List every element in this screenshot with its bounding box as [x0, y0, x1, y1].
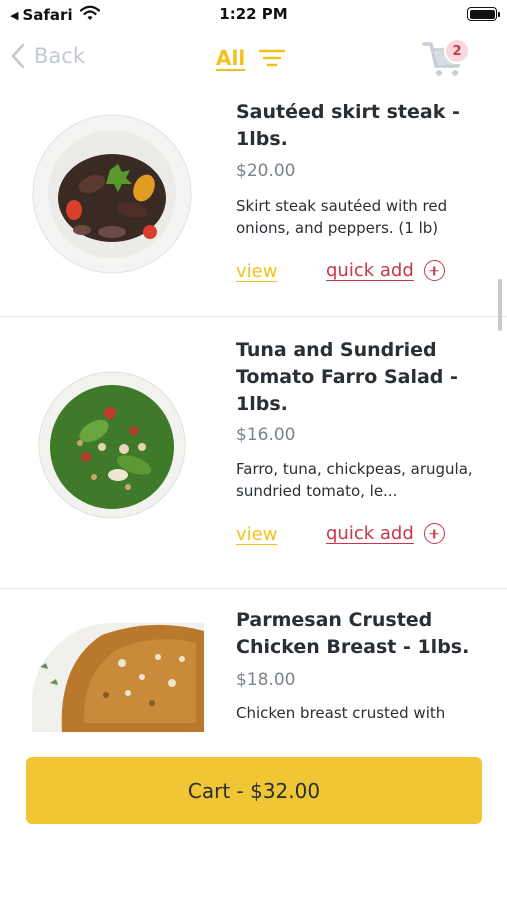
plus-circle-icon — [423, 260, 445, 281]
scrollbar[interactable] — [498, 279, 502, 331]
filter-label: All — [216, 46, 246, 70]
item-title[interactable]: Tuna and Sundried Tomato Farro Salad - 1… — [236, 337, 486, 418]
cart-count-badge: 2 — [444, 38, 470, 64]
filter-lines-icon — [259, 49, 286, 67]
status-bar: ◀ Safari 1:22 PM — [0, 0, 507, 30]
nav-bar: Back All 2 — [0, 30, 507, 90]
farro-salad-image[interactable] — [38, 371, 186, 519]
quick-add-button[interactable]: quick add — [326, 260, 445, 281]
list-item: Sautéed skirt steak - 1lbs. $20.00 Skirt… — [0, 90, 507, 316]
quick-add-label: quick add — [326, 523, 414, 544]
cart-total-button[interactable]: Cart - $32.00 — [26, 757, 482, 824]
view-link[interactable]: view — [236, 524, 277, 545]
item-description: Farro, tuna, chickpeas, arugula, sundrie… — [236, 460, 473, 500]
back-label: Back — [34, 44, 85, 68]
item-description: Chicken breast crusted with — [236, 704, 446, 722]
battery-icon — [467, 7, 500, 21]
back-button[interactable]: Back — [10, 42, 85, 70]
filter-button[interactable]: All — [216, 46, 286, 70]
item-price: $16.00 — [236, 425, 296, 445]
quick-add-button[interactable]: quick add — [326, 523, 445, 544]
item-title[interactable]: Sautéed skirt steak - 1lbs. — [236, 99, 486, 153]
item-description: Skirt steak sautéed with red onions, and… — [236, 197, 448, 237]
item-price: $20.00 — [236, 161, 296, 181]
clock: 1:22 PM — [219, 5, 288, 23]
list-item: Parmesan Crusted Chicken Breast - 1lbs. … — [0, 589, 507, 732]
plus-circle-icon — [423, 523, 445, 544]
steak-dish-image[interactable] — [32, 114, 192, 274]
view-link[interactable]: view — [236, 261, 277, 282]
chevron-left-icon — [11, 43, 25, 69]
product-list[interactable]: Sautéed skirt steak - 1lbs. $20.00 Skirt… — [0, 90, 507, 732]
chicken-breast-image[interactable] — [32, 623, 204, 732]
item-price: $18.00 — [236, 670, 296, 690]
item-title[interactable]: Parmesan Crusted Chicken Breast - 1lbs. — [236, 607, 486, 661]
list-item: Tuna and Sundried Tomato Farro Salad - 1… — [0, 317, 507, 587]
cart-icon-button[interactable]: 2 — [422, 38, 470, 78]
quick-add-label: quick add — [326, 260, 414, 281]
